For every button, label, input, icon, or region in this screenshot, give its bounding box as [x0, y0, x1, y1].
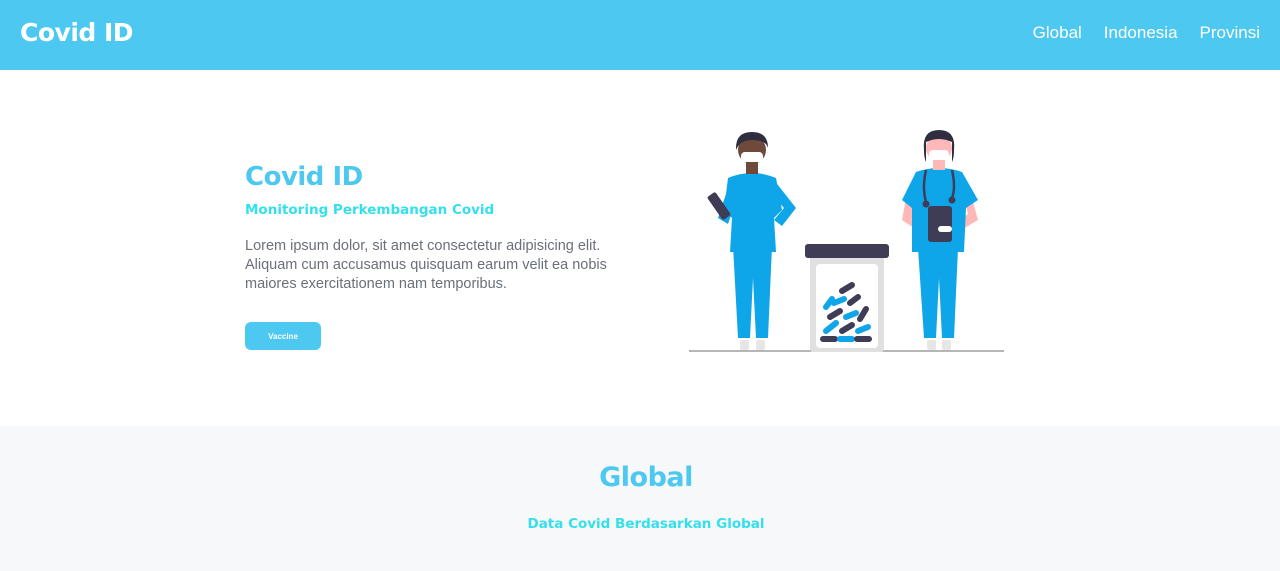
- hero-section: Covid ID Monitoring Perkembangan Covid L…: [0, 70, 1280, 426]
- brand-logo[interactable]: Covid ID: [20, 18, 134, 47]
- hero-title: Covid ID: [245, 162, 363, 192]
- hero-description: Lorem ipsum dolor, sit amet consectetur …: [245, 238, 607, 292]
- vaccine-button[interactable]: Vaccine: [245, 322, 321, 350]
- doctor-left-figure: [707, 132, 796, 350]
- pill-jar-icon: [805, 244, 889, 352]
- nav-links: Global Indonesia Provinsi: [1033, 23, 1260, 43]
- navbar: Covid ID Global Indonesia Provinsi: [0, 0, 1280, 70]
- hero-subtitle: Monitoring Perkembangan Covid: [245, 202, 495, 218]
- global-title: Global: [599, 462, 693, 493]
- doctor-right-figure: [902, 130, 978, 350]
- nav-link-provinsi[interactable]: Provinsi: [1200, 23, 1260, 43]
- global-section: Global Data Covid Berdasarkan Global: [0, 426, 1280, 571]
- doctors-illustration: [689, 130, 1004, 352]
- nav-link-global[interactable]: Global: [1033, 23, 1082, 43]
- nav-link-indonesia[interactable]: Indonesia: [1104, 23, 1178, 43]
- global-subtitle: Data Covid Berdasarkan Global: [527, 516, 765, 532]
